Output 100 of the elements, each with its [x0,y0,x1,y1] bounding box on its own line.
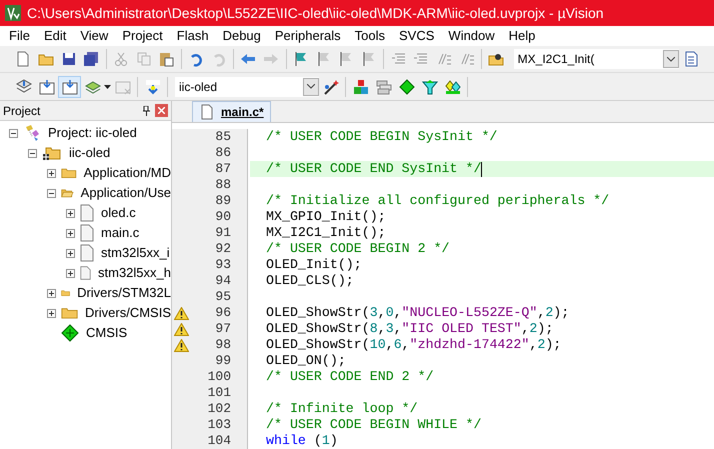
tree-item[interactable]: main.c [101,223,140,243]
menu-item[interactable]: Peripherals [268,26,348,46]
grid-icon [62,78,78,94]
menu-item[interactable]: SVCS [392,26,442,46]
code-line: OLED_ON(); [266,353,346,369]
grid-x-icon [114,78,130,94]
expand-toggle[interactable] [47,308,56,318]
slashes-icon [436,51,452,67]
collapse-toggle[interactable] [47,188,56,198]
line-number: 98 [215,336,231,354]
menu-item[interactable]: View [73,26,116,46]
line-number: 94 [215,272,231,290]
line-number: 91 [215,224,231,242]
line-number: 86 [215,144,231,162]
menu-item[interactable]: Flash [170,26,216,46]
file-icon [80,264,92,282]
tree-item[interactable]: stm32l5xx_i [101,243,170,263]
expand-toggle[interactable] [66,248,75,258]
layers-icon [84,78,100,94]
line-number: 104 [208,432,231,449]
code-line: OLED_CLS(); [266,273,354,289]
line-number: 89 [215,192,231,210]
slashes-icon [458,51,475,67]
menu-item[interactable]: Help [502,26,542,46]
rebuild-button[interactable] [58,76,81,98]
flag-icon [292,51,309,67]
line-number: 90 [215,208,231,226]
panel-title: Project [3,102,40,120]
gems-icon [444,78,460,94]
line-number: 95 [215,288,231,306]
file-icon [80,244,94,262]
expand-toggle[interactable] [66,208,75,218]
tree-item[interactable]: CMSIS [86,323,128,343]
tree-item[interactable]: Drivers/CMSIS [85,303,171,323]
caret-icon[interactable] [104,84,111,88]
flag-icon [360,51,377,67]
code-line: OLED_ShowStr(3,0,"NUCLEO-L552ZE-Q",2); [266,305,570,321]
project-icon [23,124,41,142]
page-icon [15,51,32,67]
code-line: /* USER CODE END 2 */ [266,369,434,385]
text-cursor [481,162,482,176]
menu-item[interactable]: Edit [36,26,74,46]
find-field[interactable]: MX_I2C1_Init( [514,49,680,69]
close-icon [158,107,165,114]
menu-item[interactable]: Window [441,26,502,46]
code-line: MX_GPIO_Init(); [266,209,386,225]
code-line: /* Infinite loop */ [266,401,418,417]
line-number: 97 [215,320,231,338]
pin-icon[interactable] [142,106,151,116]
target-select[interactable]: iic-oled [175,76,319,96]
expand-toggle[interactable] [47,288,56,298]
line-number: 102 [208,400,231,418]
line-number: 101 [208,384,231,402]
code-line: /* USER CODE BEGIN 2 */ [266,241,450,257]
collapse-toggle[interactable] [9,128,18,138]
menu-item[interactable]: Tools [348,26,392,46]
doc-icon [682,51,699,67]
tree-item[interactable]: Application/Use [80,183,171,203]
tree-item[interactable]: oled.c [101,203,136,223]
line-number: 103 [208,416,231,434]
menu-item[interactable]: Debug [216,26,268,46]
funnel-icon [422,78,438,94]
tree-item[interactable]: Application/MD [84,163,171,183]
windows-icon [376,78,392,94]
code-line: while (1) [266,433,338,449]
load-icon [144,78,160,94]
tree-item[interactable]: iic-oled [69,143,110,163]
wand-icon [322,78,338,94]
copy-icon [136,51,152,67]
tree-item[interactable]: stm32l5xx_h [98,263,171,283]
flag-icon [316,51,332,67]
tree-item[interactable]: Drivers/STM32L [77,283,171,303]
right-icon [263,51,280,67]
file-icon [80,204,94,222]
menu-item[interactable]: Project [115,26,170,46]
app-logo-icon [5,5,21,21]
expand-toggle[interactable] [66,268,75,278]
code-line: /* Initialize all configured peripherals */ [266,193,610,209]
window-title: C:\Users\Administrator\Desktop\L552ZE\IIC-oled\iic-oled\MDK-ARM\iic-oled.uvprojx - µVision [27,4,604,23]
code-line: /* USER CODE END SysInit */ [266,161,482,177]
disks-icon [83,51,100,67]
code-line: OLED_ShowStr(8,3,"IIC OLED TEST",2); [266,321,554,337]
close-button[interactable] [155,104,168,117]
line-number: 88 [215,176,231,194]
line-number: 93 [215,256,231,274]
expand-toggle[interactable] [66,228,75,238]
line-number: 85 [215,128,231,146]
menu-item[interactable]: File [2,26,37,46]
expand-toggle[interactable] [47,168,56,178]
clipboard-icon [158,51,174,67]
collapse-toggle[interactable] [28,148,37,158]
file-icon [80,224,94,242]
line-number: 92 [215,240,231,258]
scissors-icon [113,51,130,67]
code-line: OLED_ShowStr(10,6,"zhdzhd-174422",2); [266,337,562,353]
open-folder-icon [42,145,62,161]
editor-tab[interactable]: main.c* [192,101,271,122]
tree-item[interactable]: Project: iic-oled [48,123,137,143]
left-icon [240,51,256,67]
file-icon [199,104,215,120]
